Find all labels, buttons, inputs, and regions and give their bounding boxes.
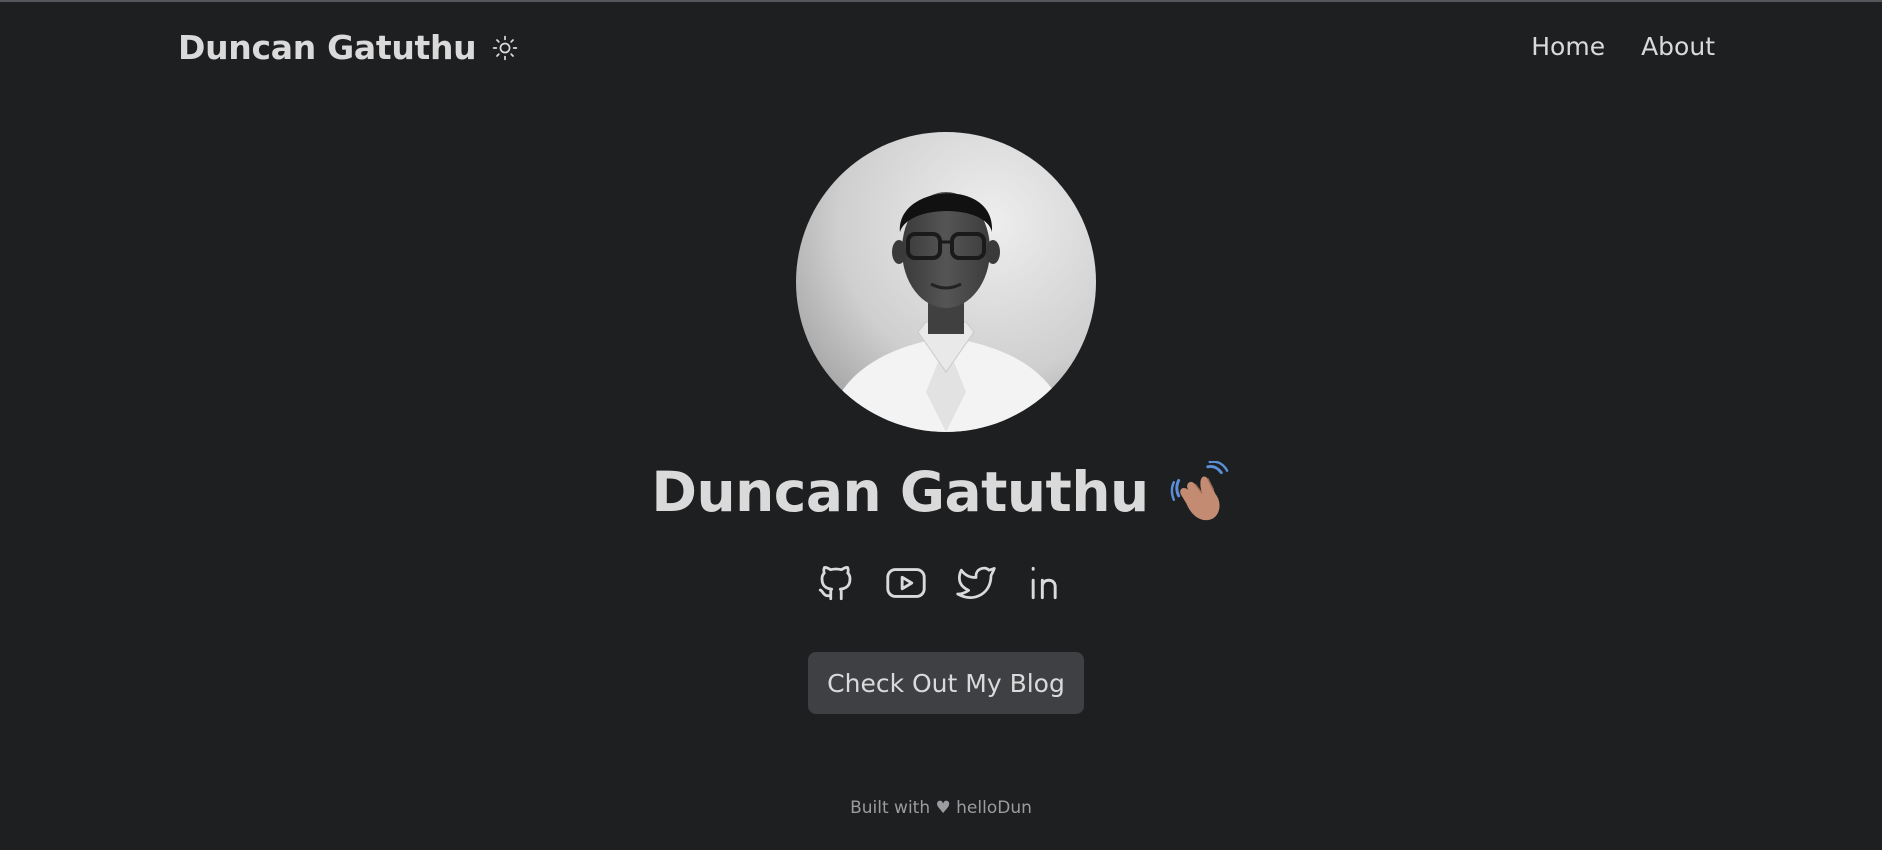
footer-text: Built with ♥ helloDun	[850, 798, 1032, 818]
youtube-icon[interactable]	[883, 560, 929, 606]
profile-name: Duncan Gatuthu	[651, 460, 1149, 524]
hero-heading: Duncan Gatuthu	[0, 460, 1882, 524]
main-nav: Home About	[1531, 32, 1715, 61]
waving-hand-icon	[1169, 460, 1231, 523]
site-title-link[interactable]: Duncan Gatuthu	[178, 28, 477, 67]
github-icon[interactable]	[813, 560, 859, 606]
social-links	[0, 560, 1882, 606]
check-out-blog-button[interactable]: Check Out My Blog	[808, 652, 1084, 714]
profile-photo	[796, 132, 1096, 432]
sun-icon[interactable]	[490, 33, 520, 63]
linkedin-icon[interactable]	[1023, 560, 1069, 606]
nav-about-link[interactable]: About	[1641, 32, 1715, 61]
nav-home-link[interactable]: Home	[1531, 32, 1605, 61]
site-header: Duncan Gatuthu Home About	[0, 2, 1882, 92]
twitter-icon[interactable]	[953, 560, 999, 606]
brand: Duncan Gatuthu	[178, 28, 520, 67]
